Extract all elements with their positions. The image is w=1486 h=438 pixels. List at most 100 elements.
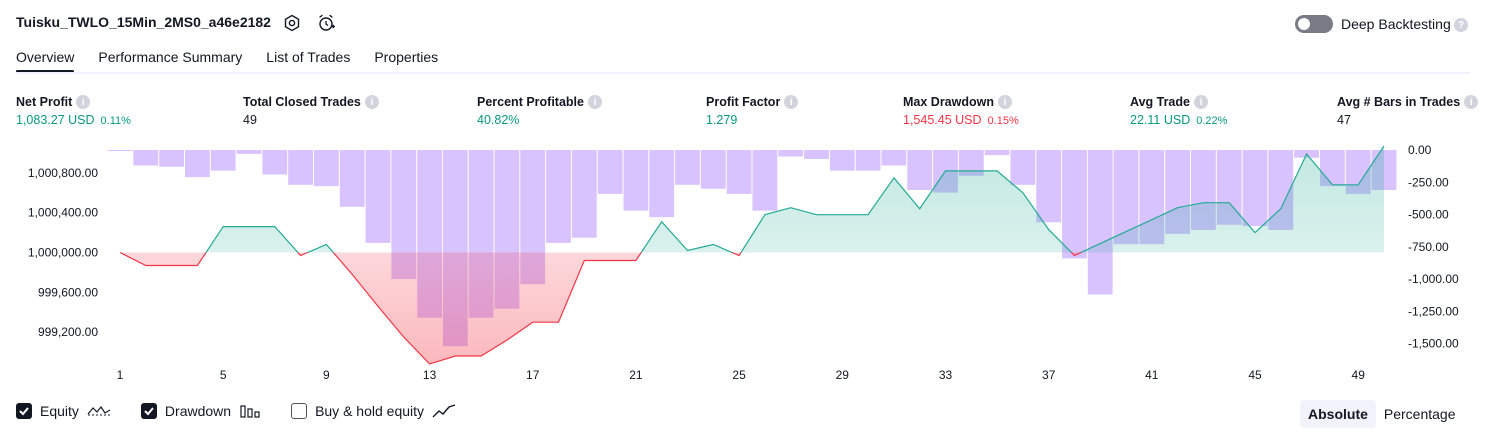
drawdown-bar [623, 150, 649, 211]
drawdown-bar [804, 150, 829, 159]
metric-value: 1,545.45 USD [903, 113, 982, 127]
checkbox-checked[interactable] [140, 403, 157, 419]
checkbox-checked[interactable] [16, 403, 32, 419]
info-icon[interactable]: i [1193, 95, 1208, 109]
equity-drawdown-chart[interactable]: 1,000,800.00 1,000,400.00 1,000,000.00 999,… [0, 140, 1486, 390]
bar-chart-icon [240, 405, 260, 418]
drawdown-bar [339, 150, 365, 207]
buy-hold-checkbox[interactable]: Buy & hold equity [291, 403, 456, 419]
strategy-title: Tuisku_TWLO_15Min_2MS0_a46e2182 [16, 14, 271, 30]
help-icon[interactable]: ? [1454, 18, 1468, 32]
drawdown-bar [262, 150, 288, 175]
equity-label: Equity [40, 403, 79, 419]
metric-max-drawdown: Max Drawdown i 1,545.45 USD 0.15% [903, 94, 1019, 127]
absolute-button[interactable]: Absolute [1300, 400, 1376, 428]
drawdown-checkbox[interactable]: Drawdown [140, 403, 261, 419]
metric-label: Max Drawdown [903, 95, 994, 109]
metric-percent-profitable: Percent Profitable i 40.82% [477, 94, 602, 127]
metric-percent: 0.22% [1196, 115, 1228, 127]
drawdown-bar [365, 150, 391, 243]
drawdown-bar [675, 150, 700, 185]
x-axis-label: 25 [732, 368, 746, 382]
equity-checkbox[interactable]: Equity [16, 403, 111, 419]
drawdown-bar [159, 150, 184, 167]
drawdown-bar [649, 150, 675, 218]
x-axis-label: 5 [220, 368, 227, 382]
drawdown-bar [185, 150, 210, 178]
tab-properties[interactable]: Properties [374, 46, 438, 74]
right-axis-label: -1,250.00 [1408, 304, 1459, 318]
left-axis-label: 1,000,400.00 [28, 206, 98, 220]
metric-total-closed-trades: Total Closed Trades i 49 [243, 94, 379, 127]
drawdown-bar [288, 150, 313, 185]
drawdown-bar [726, 150, 752, 194]
view-mode-toggle: Absolute Percentage [1300, 400, 1464, 428]
metric-value: 47 [1337, 113, 1351, 127]
deep-backtesting-label: Deep Backtesting [1341, 16, 1451, 32]
left-axis-label: 999,200.00 [38, 325, 98, 339]
add-alert-icon[interactable] [316, 13, 336, 33]
drawdown-bar [236, 150, 262, 154]
percentage-button[interactable]: Percentage [1376, 400, 1464, 428]
deep-backtesting-toggle[interactable] [1295, 15, 1333, 33]
drawdown-bar [1087, 150, 1113, 295]
metric-label: Avg # Bars in Trades [1337, 95, 1461, 109]
x-axis-label: 49 [1352, 368, 1366, 382]
x-axis-label: 21 [629, 368, 643, 382]
x-axis: 1 5 9 13 17 21 25 29 33 37 41 45 49 [117, 368, 1366, 382]
x-axis-label: 41 [1145, 368, 1159, 382]
metric-value: 40.82% [477, 113, 520, 127]
drawdown-bar [829, 150, 855, 171]
x-axis-label: 45 [1248, 368, 1262, 382]
metric-value: 1,083.27 USD [16, 113, 95, 127]
metric-avg-trade: Avg Trade i 22.11 USD 0.22% [1130, 94, 1227, 127]
metric-label: Avg Trade [1130, 95, 1190, 109]
right-axis: 0.00 -250.00 -500.00 -750.00 -1,000.00 -1,250… [1408, 143, 1459, 351]
right-axis-label: -250.00 [1408, 175, 1449, 189]
info-icon[interactable]: i [1464, 95, 1479, 109]
drawdown-bar [1010, 150, 1036, 185]
tab-overview[interactable]: Overview [16, 46, 75, 74]
x-axis-label: 33 [939, 368, 953, 382]
metric-value: 49 [243, 113, 257, 127]
tab-bar: Overview Performance Summary List of Tra… [16, 46, 438, 74]
drawdown-bar [700, 150, 726, 189]
x-axis-label: 17 [526, 368, 540, 382]
metric-value: 1.279 [706, 113, 738, 127]
tab-performance-summary[interactable]: Performance Summary [98, 46, 242, 74]
drawdown-bar [546, 150, 571, 243]
metric-label: Net Profit [16, 95, 73, 109]
metric-label: Profit Factor [706, 95, 781, 109]
drawdown-bar [984, 150, 1010, 156]
left-axis-label: 999,600.00 [38, 285, 98, 299]
drawdown-bar [881, 150, 907, 166]
metric-percent: 0.11% [100, 115, 131, 127]
settings-icon[interactable] [282, 13, 302, 33]
drawdown-bar [752, 150, 778, 211]
right-axis-label: -500.00 [1408, 208, 1449, 222]
drawdown-bar [1036, 150, 1062, 223]
tab-list-of-trades[interactable]: List of Trades [266, 46, 350, 74]
metric-value: 22.11 USD [1130, 113, 1191, 127]
x-axis-label: 13 [423, 368, 437, 382]
info-icon[interactable]: i [998, 95, 1012, 109]
drawdown-bar [133, 150, 159, 166]
checkbox-unchecked[interactable] [291, 403, 308, 419]
left-axis-label: 1,000,000.00 [28, 246, 98, 260]
metric-net-profit: Net Profit i 1,083.27 USD 0.11% [16, 94, 131, 127]
info-icon[interactable]: i [587, 95, 602, 109]
metric-label: Total Closed Trades [243, 95, 361, 109]
info-icon[interactable]: i [784, 95, 799, 109]
info-icon[interactable]: i [76, 95, 91, 109]
x-axis-label: 37 [1042, 368, 1056, 382]
right-axis-label: -1,000.00 [1408, 272, 1459, 286]
drawdown-bar [855, 150, 881, 171]
buy-hold-label: Buy & hold equity [315, 403, 425, 419]
right-axis-label: -1,500.00 [1408, 337, 1459, 351]
left-axis-label: 1,000,800.00 [28, 166, 98, 180]
info-icon[interactable]: i [364, 95, 379, 109]
drawdown-bar [210, 150, 236, 171]
right-axis-label: -750.00 [1408, 240, 1449, 254]
drawdown-bar [107, 150, 133, 151]
metric-profit-factor: Profit Factor i 1.279 [706, 94, 799, 127]
